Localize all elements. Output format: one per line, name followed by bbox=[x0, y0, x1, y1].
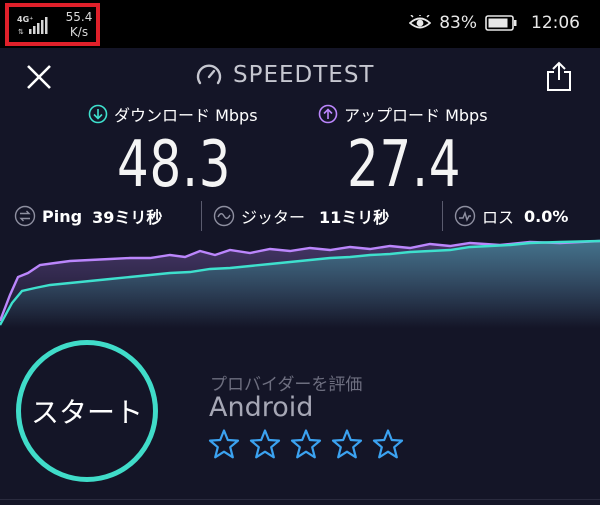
loss-label: ロス bbox=[482, 208, 515, 227]
close-icon[interactable] bbox=[22, 60, 56, 94]
battery-percent: 83% bbox=[439, 13, 477, 33]
svg-text:⇅: ⇅ bbox=[18, 28, 24, 36]
star-icon[interactable] bbox=[331, 428, 363, 460]
jitter-label: ジッター bbox=[241, 208, 306, 227]
share-icon[interactable] bbox=[544, 60, 574, 92]
star-icon[interactable] bbox=[290, 428, 322, 460]
stats-divider bbox=[442, 201, 443, 231]
loss-stat: ロス 0.0% bbox=[454, 201, 568, 231]
loss-value: 0.0% bbox=[524, 206, 569, 226]
upload-arrow-icon bbox=[318, 104, 338, 124]
star-icon[interactable] bbox=[208, 428, 240, 460]
star-icon[interactable] bbox=[249, 428, 281, 460]
network-speed-unit: K/s bbox=[69, 25, 89, 39]
ping-icon bbox=[14, 205, 36, 227]
eye-comfort-icon bbox=[409, 15, 432, 29]
download-label: ダウンロード Mbps bbox=[114, 106, 258, 125]
speed-graph bbox=[0, 239, 600, 328]
brand-name: SPEEDTEST bbox=[233, 62, 375, 88]
speedometer-icon bbox=[196, 64, 222, 85]
bottom-divider bbox=[0, 499, 600, 500]
signal-4g-icon: 4G⁺ ⇅ bbox=[17, 15, 48, 36]
stats-divider bbox=[201, 201, 202, 231]
ping-stat: Ping 39ミリ秒 bbox=[14, 201, 162, 231]
jitter-icon bbox=[213, 205, 235, 227]
start-label: スタート bbox=[30, 396, 143, 429]
provider-name: Android bbox=[209, 392, 314, 423]
upload-value: 27.4 bbox=[347, 128, 462, 202]
network-speed-value: 55.4 bbox=[65, 10, 93, 24]
download-header: ダウンロード Mbps bbox=[88, 102, 258, 126]
rating-stars bbox=[208, 428, 404, 460]
download-value: 48.3 bbox=[117, 128, 232, 202]
jitter-stat: ジッター 11ミリ秒 bbox=[213, 201, 389, 231]
network-speed-readout: 55.4 K/s bbox=[61, 10, 97, 40]
start-button[interactable]: スタート bbox=[16, 340, 158, 482]
upload-label: アップロード Mbps bbox=[344, 106, 488, 125]
battery-icon bbox=[485, 15, 517, 31]
jitter-value: 11ミリ秒 bbox=[319, 208, 390, 227]
network-speed-highlight: 4G⁺ ⇅ 55.4 K/s bbox=[5, 3, 100, 46]
ping-label: Ping bbox=[42, 206, 83, 226]
upload-header: アップロード Mbps bbox=[318, 102, 488, 126]
ping-value: 39ミリ秒 bbox=[92, 208, 163, 227]
speedtest-app: SPEEDTEST ダウンロード Mbps 48.3 アップロード Mbps 2… bbox=[0, 48, 600, 505]
star-icon[interactable] bbox=[372, 428, 404, 460]
stats-row: Ping 39ミリ秒 ジッター 11ミリ秒 ロス 0.0% bbox=[14, 201, 594, 231]
status-right: 83% 12:06 bbox=[409, 11, 580, 35]
clock: 12:06 bbox=[531, 13, 580, 33]
brand-logo: SPEEDTEST bbox=[195, 60, 374, 90]
status-bar: 4G⁺ ⇅ 55.4 K/s 83% 12:06 bbox=[0, 0, 600, 48]
packet-loss-icon bbox=[454, 205, 476, 227]
download-arrow-icon bbox=[88, 104, 108, 124]
svg-text:4G⁺: 4G⁺ bbox=[17, 15, 33, 24]
